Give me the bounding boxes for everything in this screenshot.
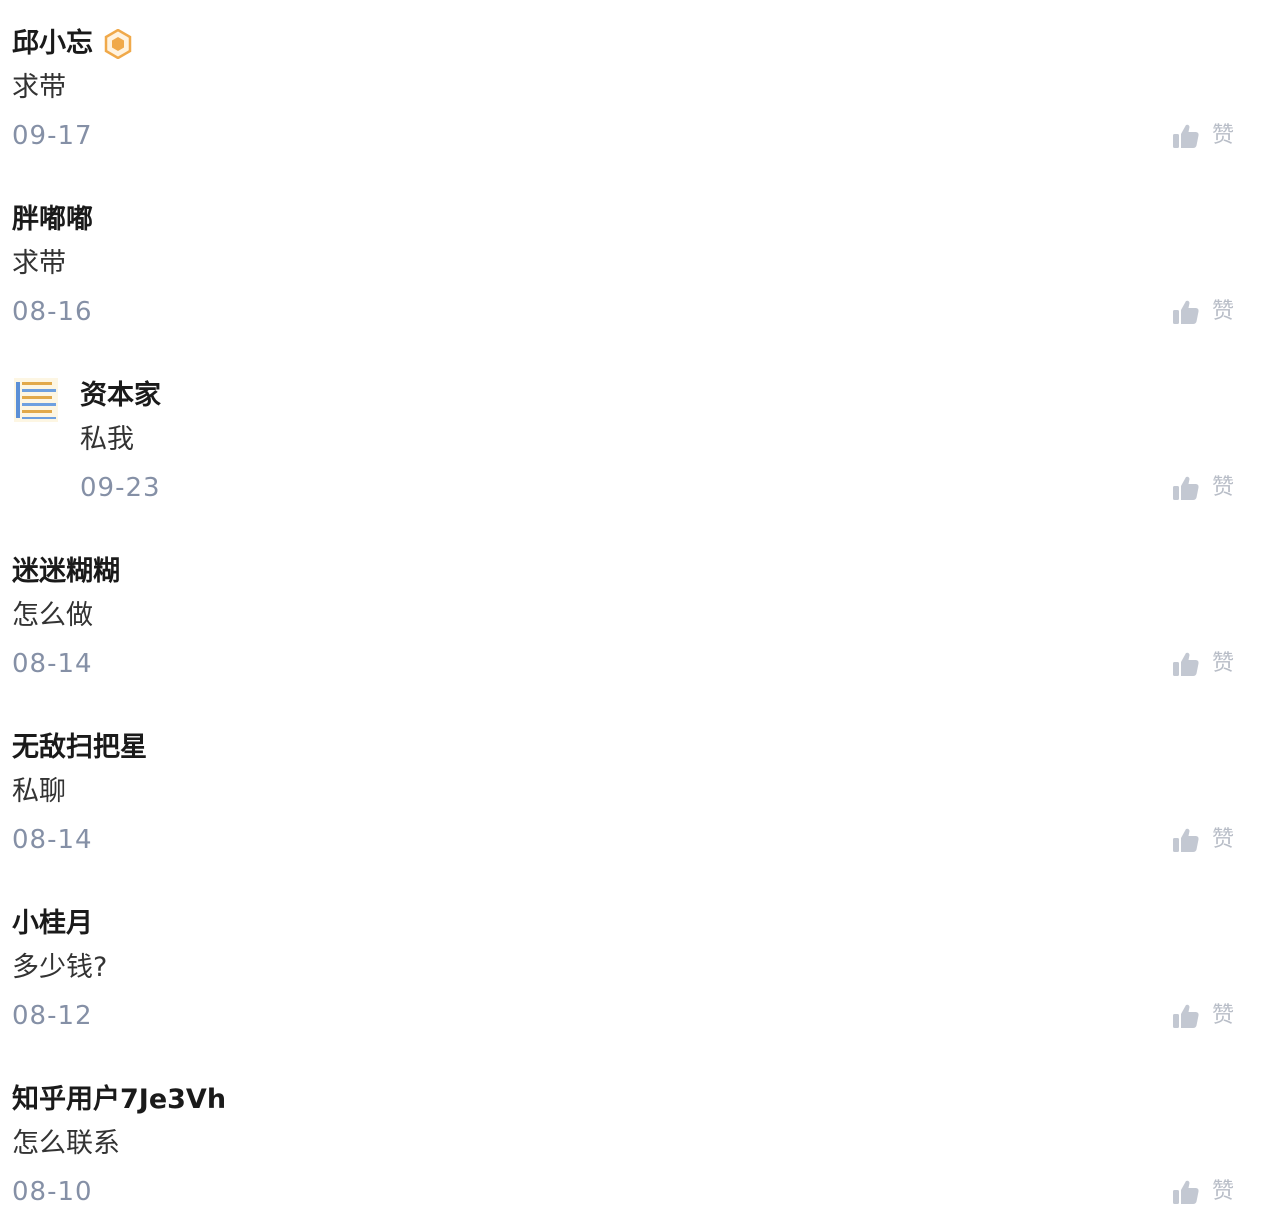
author-row: 小桂月 [12,904,93,944]
thumbs-up-icon [1173,300,1199,324]
comment-date: 08-14 [12,825,93,855]
thumbs-up-icon [1173,476,1199,500]
author-row: 邱小忘 [12,24,133,64]
comment-item: 知乎用户7Je3Vh 怎么联系 08-10 赞 [0,1056,1284,1216]
like-label: 赞 [1212,1179,1235,1204]
author-row: 胖嘟嘟 [12,200,93,240]
comment-date: 08-12 [12,1001,93,1031]
author-row: 知乎用户7Je3Vh [12,1080,226,1120]
comment-item: 迷迷糊糊 怎么做 08-14 赞 [0,528,1284,704]
like-button[interactable]: 赞 [1172,292,1234,332]
like-label: 赞 [1212,651,1235,676]
like-label: 赞 [1212,299,1235,324]
comment-text: 求带 [12,248,66,279]
thumbs-up-icon [1173,1004,1199,1028]
author-row: 无敌扫把星 [12,728,147,768]
comment-date: 08-10 [12,1177,93,1207]
thumbs-up-icon [1173,652,1199,676]
thumbs-up-icon [1173,124,1199,148]
comment-date: 08-16 [12,297,93,327]
comment-text: 私聊 [12,776,66,807]
author-name[interactable]: 迷迷糊糊 [12,552,120,592]
comment-item: 资本家 私我 09-23 赞 [0,352,1284,528]
comment-item: 小桂月 多少钱? 08-12 赞 [0,880,1284,1056]
author-row: 资本家 [80,376,161,416]
like-button[interactable]: 赞 [1172,468,1234,508]
comment-date: 08-14 [12,649,93,679]
author-name[interactable]: 邱小忘 [12,24,93,64]
thumbs-up-icon [1173,1180,1199,1204]
author-name[interactable]: 胖嘟嘟 [12,200,93,240]
thumbs-up-icon [1173,828,1199,852]
striped-avatar[interactable] [14,378,58,422]
like-button[interactable]: 赞 [1172,116,1234,156]
author-name[interactable]: 小桂月 [12,904,93,944]
comment-text: 私我 [80,424,134,455]
author-row: 迷迷糊糊 [12,552,120,592]
comment-text: 怎么做 [12,600,93,631]
like-button[interactable]: 赞 [1172,996,1234,1036]
like-label: 赞 [1212,1003,1235,1028]
comment-text: 求带 [12,72,66,103]
comment-item: 无敌扫把星 私聊 08-14 赞 [0,704,1284,880]
like-button[interactable]: 赞 [1172,1172,1234,1212]
like-label: 赞 [1212,475,1235,500]
author-name[interactable]: 无敌扫把星 [12,728,147,768]
comment-item: 胖嘟嘟 求带 08-16 赞 [0,176,1284,352]
like-button[interactable]: 赞 [1172,820,1234,860]
like-label: 赞 [1212,827,1235,852]
author-name[interactable]: 资本家 [80,376,161,416]
comment-date: 09-17 [12,121,93,151]
like-button[interactable]: 赞 [1172,644,1234,684]
comment-text: 多少钱? [12,952,108,983]
comment-item: 邱小忘 求带 09-17 赞 [0,0,1284,176]
gold-hexagon-badge-icon [104,29,132,59]
like-label: 赞 [1212,123,1235,148]
author-name[interactable]: 知乎用户7Je3Vh [12,1080,226,1120]
comment-list: 邱小忘 求带 09-17 赞 胖嘟嘟 求带 08-16 赞 资本家 私我 09-… [0,0,1284,1216]
comment-text: 怎么联系 [12,1128,120,1159]
comment-date: 09-23 [80,473,161,503]
